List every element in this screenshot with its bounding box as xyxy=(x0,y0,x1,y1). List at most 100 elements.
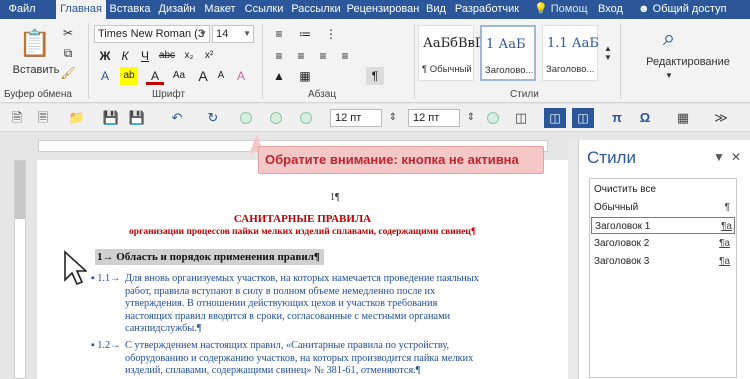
paragraph-1-2: С утверждением настоящих правил, «Санита… xyxy=(125,340,545,378)
inactive-button-icon[interactable] xyxy=(487,112,499,124)
open-folder-icon[interactable]: 📁 xyxy=(68,109,86,127)
multilevel-list-icon[interactable]: ⋮ xyxy=(322,25,340,43)
style-heading1-card[interactable]: 1 АаБ Заголово... xyxy=(480,25,536,81)
shading-icon[interactable]: ▲ xyxy=(270,67,288,85)
styles-pane-title: Стили xyxy=(587,148,636,167)
bullets-icon[interactable]: ≡ xyxy=(270,25,288,43)
tab-insert[interactable]: Вставка xyxy=(107,0,153,19)
inactive-button-icon[interactable] xyxy=(300,112,312,124)
style-item-label: Заголовок 1 xyxy=(595,221,651,232)
symbol-button[interactable]: Ω xyxy=(636,109,654,127)
close-icon[interactable]: ✕ xyxy=(731,150,741,164)
style-item-clear[interactable]: Очистить все xyxy=(594,181,732,198)
text-effects-button[interactable]: A xyxy=(96,67,114,85)
align-center-icon[interactable]: ≡ xyxy=(292,47,310,65)
bold-button[interactable]: Ж xyxy=(96,47,114,65)
sign-in-link[interactable]: Вход xyxy=(598,0,623,19)
style-normal-card[interactable]: АаБбВвГ ¶ Обычный xyxy=(418,25,483,81)
frame-icon[interactable]: ◫ xyxy=(512,109,530,127)
borders-icon[interactable]: ▦ xyxy=(296,67,314,85)
style-name: ¶ Обычный xyxy=(422,64,472,75)
document-scrollbar[interactable] xyxy=(568,140,578,379)
editing-button[interactable]: Редактирование xyxy=(626,55,750,69)
copy-icon[interactable]: ⧉ xyxy=(60,45,76,61)
cut-icon[interactable]: ✂ xyxy=(60,25,76,41)
font-color-button[interactable]: A xyxy=(146,67,164,85)
style-item-heading2[interactable]: Заголовок 2 ¶a xyxy=(594,235,732,252)
share-label: Общий доступ xyxy=(652,3,727,15)
style-item-label: Заголовок 3 xyxy=(594,256,650,267)
clear-formatting-button[interactable]: A xyxy=(232,67,250,85)
redo-icon[interactable]: ↻ xyxy=(204,109,222,127)
style-item-heading1[interactable]: Заголовок 1 ¶a xyxy=(591,217,735,234)
paragraph-line: Для вновь организуемых участков, на кото… xyxy=(125,273,479,284)
equation-button[interactable]: π xyxy=(608,109,626,127)
chevron-down-icon: ▼ xyxy=(199,29,207,38)
tab-view[interactable]: Вид xyxy=(422,0,450,19)
save-icon[interactable]: 💾 xyxy=(102,109,120,127)
style-heading2-card[interactable]: 1.1 АаБ Заголово... xyxy=(542,25,599,81)
vertical-ruler[interactable] xyxy=(14,160,26,379)
share-button[interactable]: ☻ Общий доступ xyxy=(638,0,727,19)
format-painter-icon[interactable]: 🖌 xyxy=(60,65,76,81)
align-right-icon[interactable]: ≡ xyxy=(314,47,332,65)
tab-layout[interactable]: Макет xyxy=(200,0,240,19)
columns-left-icon[interactable]: ◫ xyxy=(544,108,566,128)
group-divider xyxy=(414,23,415,99)
underline-button[interactable]: Ч xyxy=(136,47,154,65)
styles-pane: Стили ▼ ✕ Очистить все Обычный ¶ Заголов… xyxy=(578,140,750,379)
inactive-button-icon[interactable] xyxy=(270,112,282,124)
styles-scroll[interactable]: ▲ ▼ xyxy=(602,25,614,81)
show-marks-button[interactable]: ¶ xyxy=(366,67,384,85)
tab-design[interactable]: Дизайн xyxy=(155,0,199,19)
tab-file[interactable]: Файл xyxy=(0,0,44,19)
paste-icon[interactable]: 📋 xyxy=(18,25,52,61)
new-blank-icon[interactable]: 🗏 xyxy=(34,109,52,127)
help-tellme[interactable]: 💡 Помощ xyxy=(534,0,588,19)
ruler-margin xyxy=(15,161,25,219)
italic-button[interactable]: К xyxy=(116,47,134,65)
search-icon[interactable]: ⌕ xyxy=(656,25,682,51)
spin-icon[interactable]: ⇕ xyxy=(462,109,480,127)
change-case-button[interactable]: Aa xyxy=(170,67,188,85)
table-icon[interactable]: ▦ xyxy=(674,109,692,127)
shrink-font-button[interactable]: A xyxy=(212,67,230,85)
style-item-normal[interactable]: Обычный ¶ xyxy=(594,199,732,216)
tab-home[interactable]: Главная xyxy=(56,0,106,19)
undo-icon[interactable]: ↶ xyxy=(168,109,186,127)
ribbon: 📋 Вставить ✂ ⧉ 🖌 Буфер обмена Times New … xyxy=(0,19,750,103)
justify-icon[interactable]: ≡ xyxy=(336,47,354,65)
style-item-label: Обычный xyxy=(594,202,639,213)
tab-mailings[interactable]: Рассылки xyxy=(288,0,344,19)
spin-icon[interactable]: ⇕ xyxy=(384,109,402,127)
numbering-icon[interactable]: ≔ xyxy=(296,25,314,43)
style-name: Заголово... xyxy=(485,65,534,76)
columns-right-icon[interactable]: ◫ xyxy=(572,108,594,128)
superscript-button[interactable]: x² xyxy=(200,47,218,65)
align-left-icon[interactable]: ≡ xyxy=(270,47,288,65)
more-icon[interactable]: ≫ xyxy=(712,109,730,127)
group-divider xyxy=(262,23,263,99)
tab-review[interactable]: Рецензирован xyxy=(346,0,420,19)
paste-button[interactable]: Вставить xyxy=(12,63,60,77)
save-as-icon[interactable]: 💾 xyxy=(128,109,146,127)
spacing-after-combo[interactable]: 12 пт xyxy=(408,109,460,127)
inactive-button-icon[interactable] xyxy=(240,112,252,124)
list-number: ▪ 1.2→ xyxy=(91,340,121,351)
subscript-button[interactable]: x₂ xyxy=(180,47,198,65)
highlight-button[interactable]: ab xyxy=(120,67,138,85)
chevron-down-icon[interactable]: ▼ xyxy=(713,150,725,164)
new-doc-icon[interactable]: 🗎 xyxy=(8,109,26,127)
style-item-label: Заголовок 2 xyxy=(594,238,650,249)
spacing-before-combo[interactable]: 12 пт xyxy=(330,109,382,127)
document-page[interactable]: 1¶ САНИТАРНЫЕ ПРАВИЛА организации процес… xyxy=(37,160,568,379)
tab-developer[interactable]: Разработчик xyxy=(452,0,522,19)
group-divider xyxy=(88,23,89,99)
strikethrough-button[interactable]: abc xyxy=(158,47,176,65)
mouse-pointer-icon xyxy=(64,250,87,286)
tab-references[interactable]: Ссылки xyxy=(242,0,286,19)
style-item-heading3[interactable]: Заголовок 3 ¶a xyxy=(594,253,732,270)
font-name-combo[interactable]: Times New Roman (З ▼ xyxy=(94,25,210,43)
grow-font-button[interactable]: A xyxy=(194,67,212,85)
font-size-combo[interactable]: 14 ▼ xyxy=(212,25,254,43)
